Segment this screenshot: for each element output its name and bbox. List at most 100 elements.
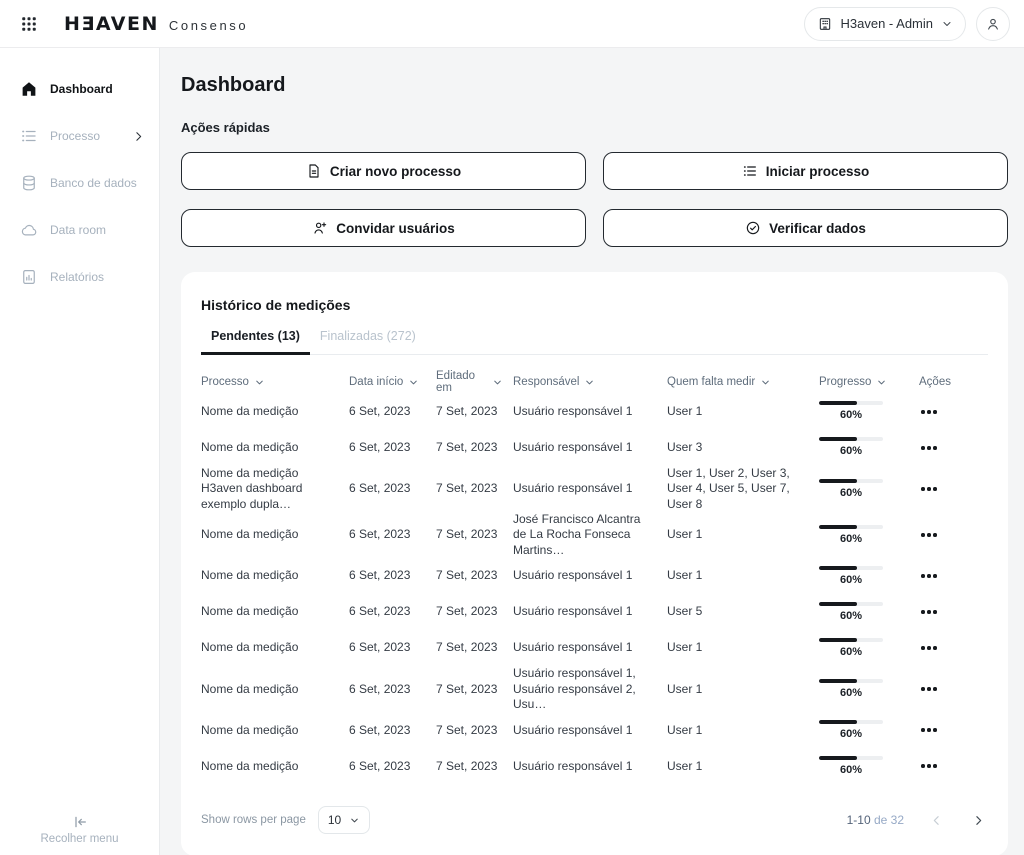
- table-header-row: Processo Data início Editado em Responsá…: [201, 370, 988, 394]
- sidebar-item-label: Data room: [50, 223, 106, 237]
- table-row: Nome da medição 6 Set, 2023 7 Set, 2023 …: [201, 594, 988, 630]
- more-options-icon[interactable]: [919, 527, 939, 543]
- tab-finalizadas[interactable]: Finalizadas (272): [310, 325, 426, 355]
- cell-data-inicio: 6 Set, 2023: [349, 481, 436, 496]
- quick-actions: Criar novo processo Iniciar processo Con…: [181, 152, 1008, 247]
- table-row: Nome da medição 6 Set, 2023 7 Set, 2023 …: [201, 630, 988, 666]
- column-header-processo[interactable]: Processo: [201, 376, 349, 388]
- cell-acoes: [919, 568, 988, 584]
- table-row: Nome da medição 6 Set, 2023 7 Set, 2023 …: [201, 394, 988, 430]
- cell-data-inicio: 6 Set, 2023: [349, 404, 436, 419]
- page-title: Dashboard: [181, 74, 1008, 97]
- rows-per-page-select[interactable]: 10: [318, 806, 370, 834]
- column-header-quem-falta-medir[interactable]: Quem falta medir: [667, 376, 819, 388]
- cell-responsavel: Usuário responsável 1: [513, 723, 667, 738]
- progress-label: 60%: [819, 444, 883, 458]
- progress-label: 60%: [819, 727, 883, 741]
- cell-processo: Nome da medição: [201, 682, 349, 697]
- app-logo: HƎAVEN Consenso: [64, 13, 248, 35]
- cell-data-inicio: 6 Set, 2023: [349, 759, 436, 774]
- cell-processo: Nome da medição: [201, 604, 349, 619]
- column-label: Ações: [919, 376, 951, 388]
- cell-data-inicio: 6 Set, 2023: [349, 604, 436, 619]
- sidebar-item-dashboard[interactable]: Dashboard: [0, 70, 159, 108]
- cell-acoes: [919, 440, 988, 456]
- cell-quem-falta-medir: User 1: [667, 759, 819, 774]
- check-circle-icon: [745, 220, 761, 236]
- cell-editado-em: 7 Set, 2023: [436, 723, 513, 738]
- chevron-right-icon: [132, 130, 145, 143]
- chevron-down-icon: [254, 377, 265, 388]
- sidebar: Dashboard Processo Banco de dados: [0, 48, 160, 855]
- sidebar-item-banco-de-dados[interactable]: Banco de dados: [0, 164, 159, 202]
- table-row: Nome da medição 6 Set, 2023 7 Set, 2023 …: [201, 666, 988, 712]
- sidebar-item-label: Banco de dados: [50, 176, 137, 190]
- column-header-data-inicio[interactable]: Data início: [349, 376, 436, 388]
- sidebar-item-relatorios[interactable]: Relatórios: [0, 258, 159, 296]
- org-selector[interactable]: H3aven - Admin: [804, 7, 967, 41]
- collapse-menu-button[interactable]: Recolher menu: [0, 814, 159, 845]
- pagination-range-current: 1-10: [847, 813, 871, 827]
- cell-responsavel: José Francisco Alcantra de La Rocha Fons…: [513, 512, 667, 558]
- progress-bar: 60%: [819, 479, 883, 500]
- more-options-icon[interactable]: [919, 722, 939, 738]
- start-process-button[interactable]: Iniciar processo: [603, 152, 1008, 190]
- user-menu-button[interactable]: [976, 7, 1010, 41]
- column-header-responsavel[interactable]: Responsável: [513, 376, 667, 388]
- invite-users-button[interactable]: Convidar usuários: [181, 209, 586, 247]
- create-process-button[interactable]: Criar novo processo: [181, 152, 586, 190]
- cell-acoes: [919, 758, 988, 774]
- table-row: Nome da medição 6 Set, 2023 7 Set, 2023 …: [201, 512, 988, 558]
- more-options-icon[interactable]: [919, 481, 939, 497]
- cell-progresso: 60%: [819, 437, 919, 458]
- progress-bar: 60%: [819, 437, 883, 458]
- column-header-progresso[interactable]: Progresso: [819, 376, 919, 388]
- cell-quem-falta-medir: User 1: [667, 568, 819, 583]
- quick-actions-title: Ações rápidas: [181, 120, 1008, 135]
- document-icon: [306, 163, 322, 179]
- cell-data-inicio: 6 Set, 2023: [349, 723, 436, 738]
- cell-progresso: 60%: [819, 401, 919, 422]
- cell-quem-falta-medir: User 3: [667, 440, 819, 455]
- sidebar-item-label: Processo: [50, 129, 100, 143]
- chevron-right-icon[interactable]: [968, 810, 988, 830]
- more-options-icon[interactable]: [919, 604, 939, 620]
- database-icon: [20, 174, 38, 192]
- cell-progresso: 60%: [819, 479, 919, 500]
- cell-responsavel: Usuário responsável 1: [513, 440, 667, 455]
- collapse-menu-label: Recolher menu: [41, 833, 119, 845]
- measurements-history-card: Histórico de medições Pendentes (13) Fin…: [181, 272, 1008, 855]
- column-header-editado-em[interactable]: Editado em: [436, 370, 513, 394]
- logo-wordmark: HƎAVEN: [64, 13, 159, 35]
- chevron-down-icon: [349, 815, 360, 826]
- more-options-icon[interactable]: [919, 758, 939, 774]
- apps-grid-icon[interactable]: [14, 9, 44, 39]
- cell-processo: Nome da medição: [201, 568, 349, 583]
- cell-acoes: [919, 481, 988, 497]
- more-options-icon[interactable]: [919, 440, 939, 456]
- column-label: Processo: [201, 376, 249, 388]
- sidebar-item-processo[interactable]: Processo: [0, 117, 159, 155]
- cell-acoes: [919, 681, 988, 697]
- user-icon: [985, 16, 1001, 32]
- chevron-left-icon[interactable]: [926, 810, 946, 830]
- more-options-icon[interactable]: [919, 640, 939, 656]
- verify-data-button[interactable]: Verificar dados: [603, 209, 1008, 247]
- cell-acoes: [919, 527, 988, 543]
- tab-pendentes[interactable]: Pendentes (13): [201, 325, 310, 355]
- progress-bar: 60%: [819, 638, 883, 659]
- button-label: Iniciar processo: [766, 164, 870, 179]
- button-label: Criar novo processo: [330, 164, 461, 179]
- more-options-icon[interactable]: [919, 681, 939, 697]
- cell-quem-falta-medir: User 5: [667, 604, 819, 619]
- more-options-icon[interactable]: [919, 568, 939, 584]
- org-selector-label: H3aven - Admin: [841, 16, 934, 31]
- building-icon: [817, 16, 833, 32]
- cell-processo: Nome da medição: [201, 640, 349, 655]
- more-options-icon[interactable]: [919, 404, 939, 420]
- cell-data-inicio: 6 Set, 2023: [349, 527, 436, 542]
- pagination-range-total: de 32: [874, 813, 904, 827]
- sidebar-item-data-room[interactable]: Data room: [0, 211, 159, 249]
- table-row: Nome da medição 6 Set, 2023 7 Set, 2023 …: [201, 558, 988, 594]
- progress-label: 60%: [819, 408, 883, 422]
